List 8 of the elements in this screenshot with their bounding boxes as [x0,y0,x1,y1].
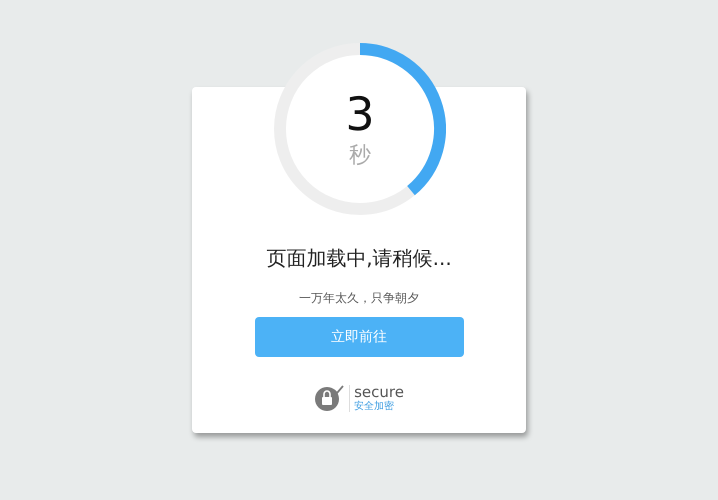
lock-check-icon [314,384,344,412]
go-button[interactable]: 立即前往 [254,317,464,357]
secure-label: secure [354,384,404,400]
countdown-unit: 秒 [349,145,371,167]
subtitle: 一万年太久，只争朝夕 [299,290,419,307]
secure-subtitle: 安全加密 [354,402,396,412]
countdown-number: 3 [345,91,375,137]
loading-heading: 页面加载中,请稍候... [266,245,452,272]
